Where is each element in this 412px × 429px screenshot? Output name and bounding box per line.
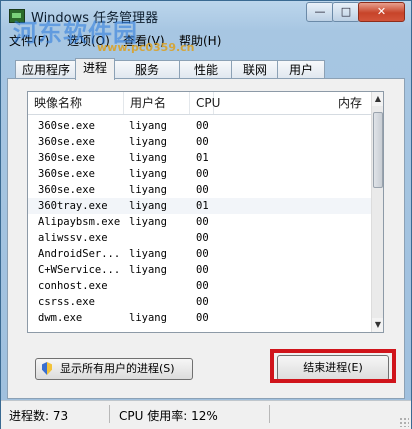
process-user: liyang xyxy=(129,136,167,148)
status-divider xyxy=(109,405,110,423)
table-row[interactable]: AndroidSer... liyang 00 xyxy=(28,246,372,262)
resize-grip-icon[interactable] xyxy=(399,417,409,427)
process-user: liyang xyxy=(129,248,167,260)
tab-applications[interactable]: 应用程序 xyxy=(15,60,77,79)
highlight-box xyxy=(270,349,396,383)
cpu-usage: CPU 使用率: 12% xyxy=(119,409,218,423)
tab-processes[interactable]: 进程 xyxy=(75,58,115,80)
tab-users[interactable]: 用户 xyxy=(277,60,325,79)
scroll-up-icon[interactable]: ▲ xyxy=(372,92,383,106)
column-memory[interactable]: 内存 xyxy=(214,92,372,114)
uac-shield-icon xyxy=(42,362,52,375)
table-row[interactable]: conhost.exe 00 xyxy=(28,278,372,294)
process-user: liyang xyxy=(129,168,167,180)
status-bar: 进程数: 73 CPU 使用率: 12% xyxy=(1,400,411,429)
column-cpu[interactable]: CPU xyxy=(190,92,220,114)
watermark-url: www.pc0359.cn xyxy=(97,41,195,54)
process-cpu: 00 xyxy=(196,184,209,196)
process-name: 360se.exe xyxy=(38,184,95,196)
process-name: dwm.exe xyxy=(38,312,83,324)
task-manager-window: Windows 任务管理器 — □ ✕ 文件(F) 选项(O) 查看(V) 帮助… xyxy=(0,0,412,429)
table-row[interactable]: Alipaybsm.exe liyang 00 xyxy=(28,214,372,230)
column-image-name[interactable]: 映像名称 xyxy=(28,92,124,114)
process-cpu: 00 xyxy=(196,312,209,324)
process-cpu: 00 xyxy=(196,136,209,148)
table-row[interactable]: 360se.exe liyang 00 xyxy=(28,166,372,182)
process-name: 360se.exe xyxy=(38,136,95,148)
process-name: conhost.exe xyxy=(38,280,108,292)
process-cpu: 00 xyxy=(196,232,209,244)
process-cpu: 00 xyxy=(196,168,209,180)
table-row[interactable]: 360se.exe liyang 00 xyxy=(28,134,372,150)
process-cpu: 00 xyxy=(196,296,209,308)
process-rows: 360se.exe liyang 00 360se.exe liyang 00 360se.… xyxy=(28,118,372,326)
maximize-button[interactable]: □ xyxy=(332,2,360,22)
status-divider xyxy=(269,405,270,423)
process-name: 360se.exe xyxy=(38,152,95,164)
table-row[interactable]: csrss.exe 00 xyxy=(28,294,372,310)
process-cpu: 00 xyxy=(196,216,209,228)
process-cpu: 01 xyxy=(196,152,209,164)
process-name: Alipaybsm.exe xyxy=(38,216,121,228)
tab-networking[interactable]: 联网 xyxy=(231,60,279,79)
process-cpu: 01 xyxy=(196,200,209,212)
vertical-scrollbar[interactable]: ▲ ▼ xyxy=(371,92,383,332)
tab-strip: 应用程序 进程 服务 性能 联网 用户 xyxy=(1,58,411,80)
process-name: csrss.exe xyxy=(38,296,95,308)
process-count: 进程数: 73 xyxy=(9,409,69,423)
minimize-button[interactable]: — xyxy=(306,2,334,22)
table-row[interactable]: C+WService... liyang 00 xyxy=(28,262,372,278)
process-name: 360se.exe xyxy=(38,168,95,180)
table-row[interactable]: 360tray.exe liyang 01 xyxy=(28,198,372,214)
process-user: liyang xyxy=(129,152,167,164)
close-button[interactable]: ✕ xyxy=(358,2,405,22)
process-name: AndroidSer... xyxy=(38,248,121,260)
tab-services[interactable]: 服务 xyxy=(113,60,181,79)
process-user: liyang xyxy=(129,184,167,196)
process-cpu: 00 xyxy=(196,248,209,260)
show-all-users-processes-button[interactable]: 显示所有用户的进程(S) xyxy=(35,358,193,380)
column-user-name[interactable]: 用户名 xyxy=(124,92,190,114)
table-row[interactable]: dwm.exe liyang 00 xyxy=(28,310,372,326)
process-name: 360tray.exe xyxy=(38,200,108,212)
process-list[interactable]: 映像名称 用户名 CPU 内存 360se.exe liyang 00 360se.e… xyxy=(27,91,384,333)
table-row[interactable]: aliwssv.exe 00 xyxy=(28,230,372,246)
list-header: 映像名称 用户名 CPU 内存 xyxy=(28,92,372,115)
table-row[interactable]: 360se.exe liyang 00 xyxy=(28,118,372,134)
tab-performance[interactable]: 性能 xyxy=(179,60,233,79)
process-name: 360se.exe xyxy=(38,120,95,132)
process-cpu: 00 xyxy=(196,280,209,292)
process-name: C+WService... xyxy=(38,264,121,276)
scroll-thumb[interactable] xyxy=(373,112,383,188)
show-all-users-label: 显示所有用户的进程(S) xyxy=(60,362,175,375)
table-row[interactable]: 360se.exe liyang 00 xyxy=(28,182,372,198)
process-user: liyang xyxy=(129,216,167,228)
process-cpu: 00 xyxy=(196,120,209,132)
process-name: aliwssv.exe xyxy=(38,232,108,244)
process-user: liyang xyxy=(129,264,167,276)
process-user: liyang xyxy=(129,120,167,132)
table-row[interactable]: 360se.exe liyang 01 xyxy=(28,150,372,166)
process-user: liyang xyxy=(129,312,167,324)
process-cpu: 00 xyxy=(196,264,209,276)
process-user: liyang xyxy=(129,200,167,212)
scroll-down-icon[interactable]: ▼ xyxy=(372,318,383,332)
